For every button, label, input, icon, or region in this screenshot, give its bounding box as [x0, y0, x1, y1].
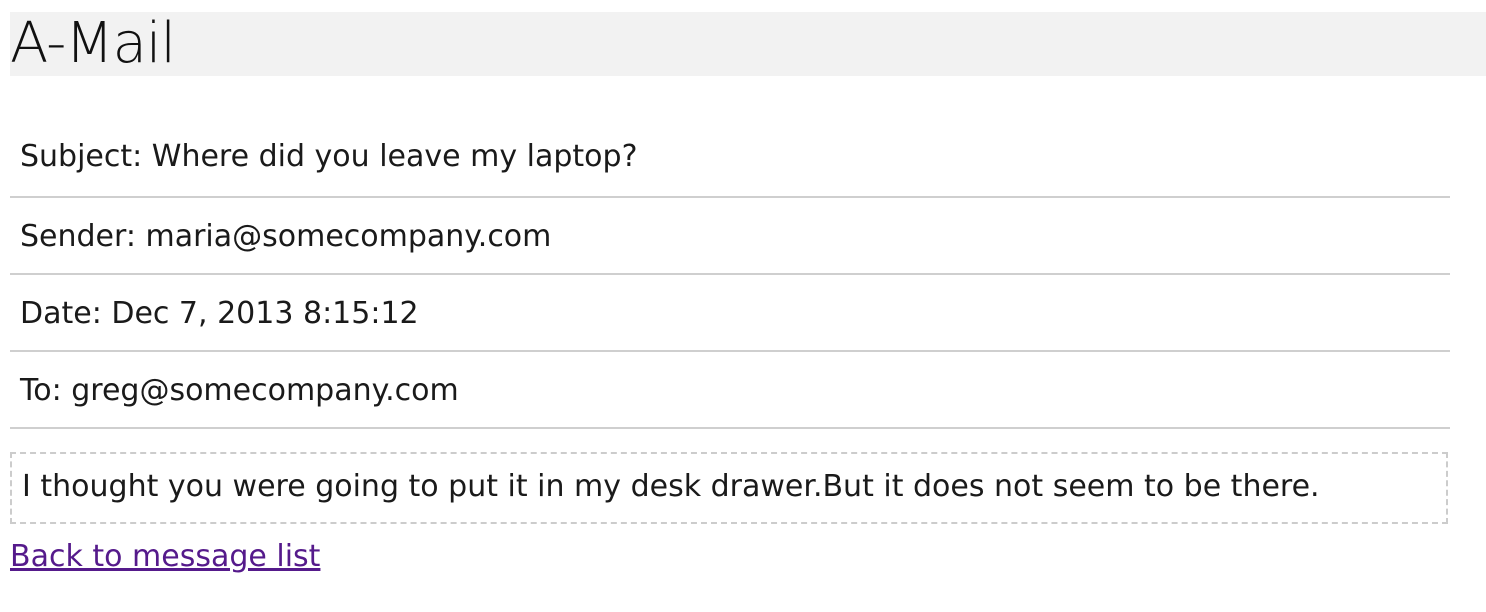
- back-to-message-list-link[interactable]: Back to message list: [10, 540, 320, 574]
- app-header: A-Mail: [10, 12, 1486, 76]
- date-row: Date: Dec 7, 2013 8:15:12: [10, 275, 1450, 352]
- message-body: I thought you were going to put it in my…: [10, 452, 1448, 524]
- message-body-text: I thought you were going to put it in my…: [22, 469, 1320, 504]
- subject-row: Subject: Where did you leave my laptop?: [10, 118, 1450, 198]
- to-text: To: greg@somecompany.com: [20, 373, 459, 408]
- message-headers: Subject: Where did you leave my laptop? …: [10, 118, 1450, 429]
- subject-text: Subject: Where did you leave my laptop?: [20, 139, 638, 174]
- sender-row: Sender: maria@somecompany.com: [10, 198, 1450, 275]
- date-text: Date: Dec 7, 2013 8:15:12: [20, 296, 419, 331]
- app-title: A-Mail: [10, 11, 176, 76]
- to-row: To: greg@somecompany.com: [10, 352, 1450, 429]
- sender-text: Sender: maria@somecompany.com: [20, 219, 552, 254]
